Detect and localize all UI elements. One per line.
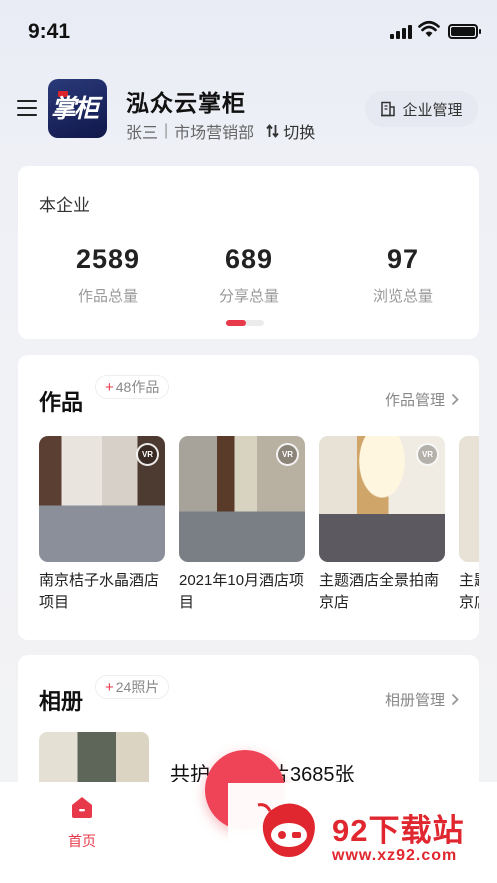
works-count: 48作品 — [115, 379, 160, 395]
works-title: 作品 — [39, 390, 84, 415]
works-list: VR 南京桔子水晶酒店项目 VR 2021年10月酒店项目 VR 主题酒店全景拍… — [39, 436, 479, 614]
status-bar: 9:41 — [0, 0, 497, 62]
stat-views[interactable]: 97 浏览总量 — [333, 244, 473, 306]
watermark-brand: 92下载站 — [332, 813, 465, 848]
switch-button[interactable]: 切换 — [266, 119, 315, 143]
work-name: 南京桔子水晶酒店项目 — [39, 572, 160, 611]
works-manage-link[interactable]: 作品管理 — [385, 389, 459, 410]
switch-label: 切换 — [283, 125, 316, 142]
album-count: 24照片 — [115, 679, 160, 695]
work-thumbnail: VR — [319, 436, 445, 562]
watermark-url: www.xz92.com — [332, 847, 458, 864]
work-name: 2021年10月酒店项目 — [179, 572, 305, 611]
user-name: 张三 — [126, 125, 159, 142]
tab-home-label: 首页 — [68, 833, 96, 849]
work-item[interactable]: VR 主题酒店全景拍南京店 — [319, 436, 445, 614]
stat-works[interactable]: 2589 作品总量 — [38, 244, 178, 306]
work-name: 主题酒店全景拍南京店 — [459, 572, 479, 611]
works-card: 作品 + 48作品 作品管理 VR 南京桔子水晶酒店项目 VR 2021年10月… — [18, 355, 479, 640]
plus-icon: + — [105, 678, 114, 696]
department: 市场营销部 — [174, 125, 255, 142]
stats-card: 本企业 2589 作品总量 689 分享总量 97 浏览总量 — [18, 166, 479, 339]
album-title: 相册 — [39, 689, 84, 714]
page-indicator — [226, 320, 264, 326]
works-manage-label: 作品管理 — [384, 392, 445, 409]
album-manage-link[interactable]: 相册管理 — [385, 689, 459, 710]
chevron-right-icon — [451, 393, 459, 406]
home-icon — [72, 797, 92, 818]
stats-title: 本企业 — [39, 196, 90, 215]
separator: | — [164, 122, 169, 139]
tab-home[interactable]: 首页 — [56, 794, 108, 851]
album-manage-label: 相册管理 — [384, 692, 445, 709]
album-count-badge: + 24照片 — [95, 675, 170, 699]
company-logo: 掌柜 — [48, 79, 107, 138]
battery-icon — [448, 24, 481, 39]
work-item[interactable]: VR 2021年10月酒店项目 — [179, 436, 305, 614]
work-thumbnail: VR — [179, 436, 305, 562]
stat-label: 作品总量 — [77, 288, 138, 305]
vr-icon: VR — [276, 443, 299, 466]
work-name: 主题酒店全景拍南京店 — [319, 572, 440, 611]
switch-icon — [266, 124, 279, 138]
stat-value: 689 — [224, 244, 274, 274]
stat-label: 分享总量 — [218, 288, 279, 305]
works-count-badge: + 48作品 — [95, 375, 170, 399]
enterprise-manage-label: 企业管理 — [402, 101, 463, 119]
stat-shares[interactable]: 689 分享总量 — [179, 244, 319, 306]
wifi-icon — [418, 20, 440, 37]
work-item[interactable]: VR 南京桔子水晶酒店项目 — [39, 436, 165, 614]
stat-value: 97 — [386, 244, 420, 274]
status-time: 9:41 — [28, 20, 71, 43]
menu-icon[interactable] — [17, 100, 37, 118]
vr-icon: VR — [136, 443, 159, 466]
enterprise-manage-button[interactable]: 企业管理 — [365, 91, 478, 127]
watermark-logo-icon — [257, 803, 315, 857]
stat-label: 浏览总量 — [372, 288, 433, 305]
work-item[interactable]: VR 主题酒店全景拍南京店 — [459, 436, 479, 614]
company-name: 泓众云掌柜 — [126, 90, 246, 116]
signal-icon — [390, 24, 412, 39]
stat-value: 2589 — [75, 244, 141, 274]
work-thumbnail: VR — [459, 436, 479, 562]
work-thumbnail: VR — [39, 436, 165, 562]
plus-icon: + — [105, 378, 114, 396]
user-info: 张三 | 市场营销部 切换 — [126, 119, 315, 143]
watermark: 92下载站 www.xz92.com — [228, 783, 497, 883]
chevron-right-icon — [451, 693, 459, 706]
vr-icon: VR — [416, 443, 439, 466]
building-icon — [381, 101, 396, 117]
